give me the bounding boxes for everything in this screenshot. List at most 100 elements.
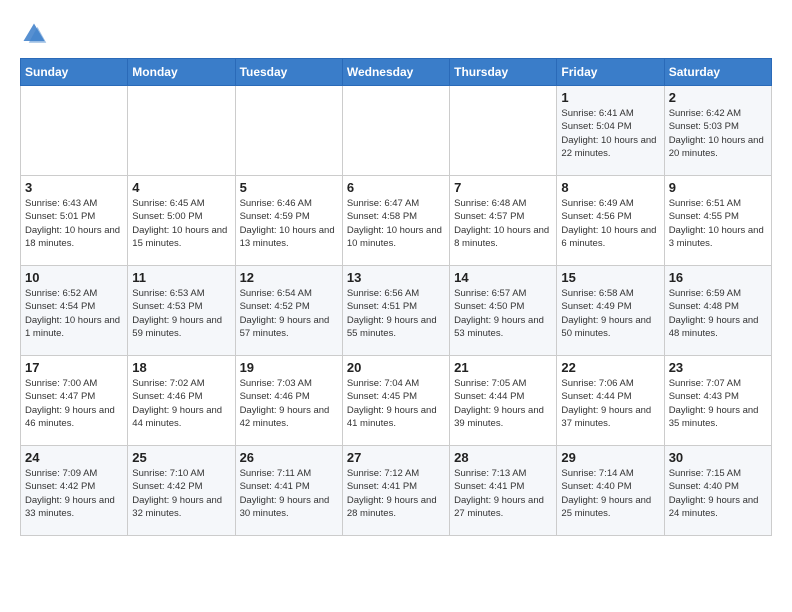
day-info: Sunrise: 7:09 AM Sunset: 4:42 PM Dayligh…: [25, 467, 123, 520]
day-info: Sunrise: 6:59 AM Sunset: 4:48 PM Dayligh…: [669, 287, 767, 340]
day-info: Sunrise: 7:02 AM Sunset: 4:46 PM Dayligh…: [132, 377, 230, 430]
calendar-cell: 15 Sunrise: 6:58 AM Sunset: 4:49 PM Dayli…: [557, 266, 664, 356]
day-info: Sunrise: 6:46 AM Sunset: 4:59 PM Dayligh…: [240, 197, 338, 250]
day-number: 11: [132, 270, 230, 285]
calendar-cell: 2Sunrise: 6:42 AM Sunset: 5:03 PM Daylig…: [664, 86, 771, 176]
day-info: Sunrise: 6:41 AM Sunset: 5:04 PM Dayligh…: [561, 107, 659, 160]
calendar-cell: 23 Sunrise: 7:07 AM Sunset: 4:43 PM Dayli…: [664, 356, 771, 446]
day-number: 13: [347, 270, 445, 285]
calendar-cell: 6 Sunrise: 6:47 AM Sunset: 4:58 PM Daylig…: [342, 176, 449, 266]
day-number: 24: [25, 450, 123, 465]
calendar-week-1: 1 Sunrise: 6:41 AM Sunset: 5:04 PM Daylig…: [21, 86, 772, 176]
day-info: Sunrise: 6:52 AM Sunset: 4:54 PM Dayligh…: [25, 287, 123, 340]
day-info: Sunrise: 7:03 AM Sunset: 4:46 PM Dayligh…: [240, 377, 338, 430]
day-info: Sunrise: 7:07 AM Sunset: 4:43 PM Dayligh…: [669, 377, 767, 430]
calendar-cell: 24 Sunrise: 7:09 AM Sunset: 4:42 PM Dayli…: [21, 446, 128, 536]
weekday-header-thursday: Thursday: [450, 59, 557, 86]
weekday-header-monday: Monday: [128, 59, 235, 86]
calendar-cell: 4 Sunrise: 6:45 AM Sunset: 5:00 PM Daylig…: [128, 176, 235, 266]
day-info: Sunrise: 6:53 AM Sunset: 4:53 PM Dayligh…: [132, 287, 230, 340]
day-number: 5: [240, 180, 338, 195]
day-number: 27: [347, 450, 445, 465]
calendar-cell: [21, 86, 128, 176]
calendar-cell: 14 Sunrise: 6:57 AM Sunset: 4:50 PM Dayli…: [450, 266, 557, 356]
day-info: Sunrise: 7:05 AM Sunset: 4:44 PM Dayligh…: [454, 377, 552, 430]
day-number: 22: [561, 360, 659, 375]
day-number: 6: [347, 180, 445, 195]
day-info: Sunrise: 6:58 AM Sunset: 4:49 PM Dayligh…: [561, 287, 659, 340]
day-info: Sunrise: 6:47 AM Sunset: 4:58 PM Dayligh…: [347, 197, 445, 250]
day-number: 9: [669, 180, 767, 195]
day-info: Sunrise: 7:15 AM Sunset: 4:40 PM Dayligh…: [669, 467, 767, 520]
day-info: Sunrise: 6:56 AM Sunset: 4:51 PM Dayligh…: [347, 287, 445, 340]
day-info: Sunrise: 7:00 AM Sunset: 4:47 PM Dayligh…: [25, 377, 123, 430]
day-number: 7: [454, 180, 552, 195]
calendar-cell: 11 Sunrise: 6:53 AM Sunset: 4:53 PM Dayli…: [128, 266, 235, 356]
calendar-cell: 28 Sunrise: 7:13 AM Sunset: 4:41 PM Dayli…: [450, 446, 557, 536]
day-number: 12: [240, 270, 338, 285]
calendar-week-5: 24 Sunrise: 7:09 AM Sunset: 4:42 PM Dayli…: [21, 446, 772, 536]
calendar-cell: 21Sunrise: 7:05 AM Sunset: 4:44 PM Dayli…: [450, 356, 557, 446]
calendar-cell: 22 Sunrise: 7:06 AM Sunset: 4:44 PM Dayli…: [557, 356, 664, 446]
calendar-cell: 10 Sunrise: 6:52 AM Sunset: 4:54 PM Dayli…: [21, 266, 128, 356]
weekday-header-sunday: Sunday: [21, 59, 128, 86]
logo: [20, 20, 52, 48]
calendar-cell: 18 Sunrise: 7:02 AM Sunset: 4:46 PM Dayli…: [128, 356, 235, 446]
day-number: 26: [240, 450, 338, 465]
day-number: 1: [561, 90, 659, 105]
calendar-cell: 30 Sunrise: 7:15 AM Sunset: 4:40 PM Dayli…: [664, 446, 771, 536]
calendar-header: SundayMondayTuesdayWednesdayThursdayFrid…: [21, 59, 772, 86]
day-number: 19: [240, 360, 338, 375]
day-info: Sunrise: 7:13 AM Sunset: 4:41 PM Dayligh…: [454, 467, 552, 520]
logo-icon: [20, 20, 48, 48]
day-info: Sunrise: 6:57 AM Sunset: 4:50 PM Dayligh…: [454, 287, 552, 340]
day-info: Sunrise: 6:51 AM Sunset: 4:55 PM Dayligh…: [669, 197, 767, 250]
day-info: Sunrise: 6:49 AM Sunset: 4:56 PM Dayligh…: [561, 197, 659, 250]
calendar-cell: 20Sunrise: 7:04 AM Sunset: 4:45 PM Dayli…: [342, 356, 449, 446]
calendar-cell: [128, 86, 235, 176]
calendar-cell: 26 Sunrise: 7:11 AM Sunset: 4:41 PM Dayli…: [235, 446, 342, 536]
day-number: 16: [669, 270, 767, 285]
day-number: 3: [25, 180, 123, 195]
calendar-cell: 3Sunrise: 6:43 AM Sunset: 5:01 PM Daylig…: [21, 176, 128, 266]
day-info: Sunrise: 6:48 AM Sunset: 4:57 PM Dayligh…: [454, 197, 552, 250]
calendar-cell: 25Sunrise: 7:10 AM Sunset: 4:42 PM Dayli…: [128, 446, 235, 536]
day-info: Sunrise: 7:14 AM Sunset: 4:40 PM Dayligh…: [561, 467, 659, 520]
day-number: 20: [347, 360, 445, 375]
day-info: Sunrise: 7:11 AM Sunset: 4:41 PM Dayligh…: [240, 467, 338, 520]
calendar-cell: 27 Sunrise: 7:12 AM Sunset: 4:41 PM Dayli…: [342, 446, 449, 536]
calendar-week-3: 10 Sunrise: 6:52 AM Sunset: 4:54 PM Dayli…: [21, 266, 772, 356]
calendar-cell: [342, 86, 449, 176]
day-number: 10: [25, 270, 123, 285]
day-number: 25: [132, 450, 230, 465]
day-number: 8: [561, 180, 659, 195]
calendar-cell: 16 Sunrise: 6:59 AM Sunset: 4:48 PM Dayli…: [664, 266, 771, 356]
day-number: 23: [669, 360, 767, 375]
day-info: Sunrise: 7:12 AM Sunset: 4:41 PM Dayligh…: [347, 467, 445, 520]
calendar-cell: 9 Sunrise: 6:51 AM Sunset: 4:55 PM Daylig…: [664, 176, 771, 266]
calendar-cell: 1 Sunrise: 6:41 AM Sunset: 5:04 PM Daylig…: [557, 86, 664, 176]
day-number: 14: [454, 270, 552, 285]
calendar-cell: [450, 86, 557, 176]
day-number: 2: [669, 90, 767, 105]
calendar-week-2: 3Sunrise: 6:43 AM Sunset: 5:01 PM Daylig…: [21, 176, 772, 266]
weekday-header-friday: Friday: [557, 59, 664, 86]
day-number: 15: [561, 270, 659, 285]
calendar-cell: 29 Sunrise: 7:14 AM Sunset: 4:40 PM Dayli…: [557, 446, 664, 536]
calendar-table: SundayMondayTuesdayWednesdayThursdayFrid…: [20, 58, 772, 536]
day-info: Sunrise: 7:06 AM Sunset: 4:44 PM Dayligh…: [561, 377, 659, 430]
calendar-week-4: 17Sunrise: 7:00 AM Sunset: 4:47 PM Dayli…: [21, 356, 772, 446]
weekday-header-wednesday: Wednesday: [342, 59, 449, 86]
calendar-cell: 7 Sunrise: 6:48 AM Sunset: 4:57 PM Daylig…: [450, 176, 557, 266]
day-number: 29: [561, 450, 659, 465]
day-number: 30: [669, 450, 767, 465]
day-number: 18: [132, 360, 230, 375]
calendar-cell: 13 Sunrise: 6:56 AM Sunset: 4:51 PM Dayli…: [342, 266, 449, 356]
weekday-header-tuesday: Tuesday: [235, 59, 342, 86]
day-number: 4: [132, 180, 230, 195]
day-number: 28: [454, 450, 552, 465]
day-info: Sunrise: 6:54 AM Sunset: 4:52 PM Dayligh…: [240, 287, 338, 340]
weekday-header-saturday: Saturday: [664, 59, 771, 86]
day-info: Sunrise: 6:45 AM Sunset: 5:00 PM Dayligh…: [132, 197, 230, 250]
calendar-cell: 8 Sunrise: 6:49 AM Sunset: 4:56 PM Daylig…: [557, 176, 664, 266]
